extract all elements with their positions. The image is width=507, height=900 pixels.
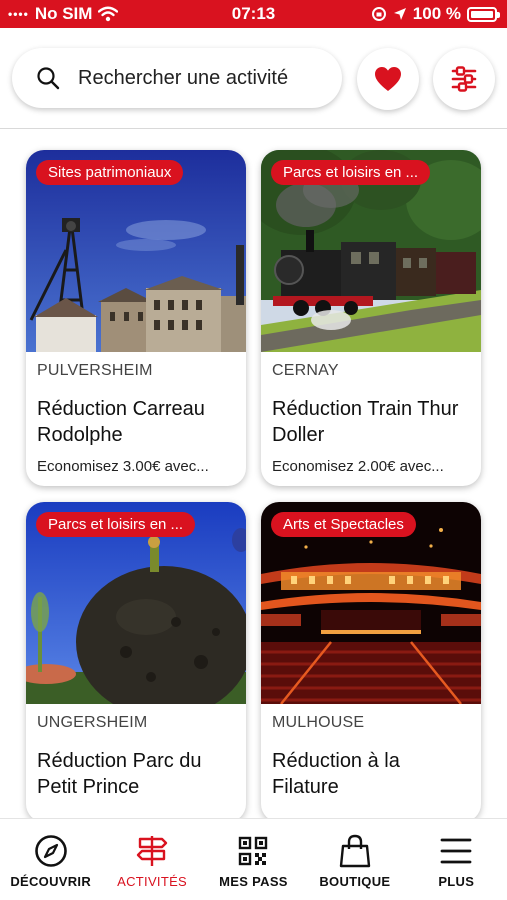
activity-card[interactable]: Parcs et loisirs en ... CERNAY Réduction… <box>261 150 481 486</box>
activity-title: Réduction Parc du Petit Prince <box>37 750 202 798</box>
activity-card[interactable]: Arts et Spectacles MULHOUSE Réduction à … <box>261 502 481 822</box>
nav-label: PLUS <box>438 874 475 889</box>
status-bar: •••• No SIM 07:13 100 % <box>0 0 507 28</box>
activity-city: UNGERSHEIM <box>37 714 148 731</box>
nav-label: DÉCOUVRIR <box>10 874 92 889</box>
nav-label: BOUTIQUE <box>319 874 391 889</box>
activity-city: PULVERSHEIM <box>37 362 153 379</box>
activity-title: Réduction Carreau Rodolphe <box>37 398 205 446</box>
filters-button[interactable] <box>433 48 495 110</box>
category-badge: Parcs et loisirs en ... <box>271 160 431 185</box>
activity-saving: Economisez 2.00€ avec... <box>272 458 444 475</box>
activity-city: MULHOUSE <box>272 714 365 731</box>
nav-tab-boutique[interactable]: BOUTIQUE <box>304 819 405 900</box>
nav-tab-mes-pass[interactable]: MES PASS <box>203 819 304 900</box>
activity-title: Réduction à la Filature <box>272 750 400 798</box>
compass-icon <box>34 833 68 869</box>
signpost-icon <box>135 833 169 869</box>
bottom-navigation: DÉCOUVRIR ACTIVITÉS MES PASS BOUTIQUE PL… <box>0 818 507 900</box>
sliders-icon <box>451 66 477 92</box>
nav-tab-decouvrir[interactable]: DÉCOUVRIR <box>0 819 101 900</box>
rotation-lock-icon <box>371 7 386 21</box>
search-icon <box>37 67 60 90</box>
nav-tab-plus[interactable]: PLUS <box>406 819 507 900</box>
battery-icon <box>467 6 500 22</box>
nav-label: MES PASS <box>219 874 288 889</box>
status-right-group: 100 % <box>371 4 500 24</box>
nav-tab-activites[interactable]: ACTIVITÉS <box>101 819 202 900</box>
search-bar[interactable] <box>12 48 342 108</box>
activity-card[interactable]: Parcs et loisirs en ... UNGERSHEIM Réduc… <box>26 502 246 822</box>
category-badge: Sites patrimoniaux <box>36 160 184 185</box>
qr-code-icon <box>238 833 268 869</box>
category-badge: Arts et Spectacles <box>271 512 416 537</box>
activity-card[interactable]: Sites patrimoniaux PULVERSHEIM Réduction… <box>26 150 246 486</box>
activity-city: CERNAY <box>272 362 339 379</box>
header-divider <box>0 128 507 129</box>
location-icon <box>393 8 406 20</box>
activity-title: Réduction Train Thur Doller <box>272 398 459 446</box>
nav-label: ACTIVITÉS <box>117 874 188 889</box>
activity-saving: Economisez 3.00€ avec... <box>37 458 209 475</box>
search-input[interactable] <box>78 66 318 90</box>
shopping-bag-icon <box>339 833 371 869</box>
category-badge: Parcs et loisirs en ... <box>36 512 196 537</box>
heart-icon <box>375 67 401 91</box>
battery-percent: 100 % <box>412 4 461 23</box>
menu-icon <box>440 833 472 869</box>
favorites-button[interactable] <box>357 48 419 110</box>
